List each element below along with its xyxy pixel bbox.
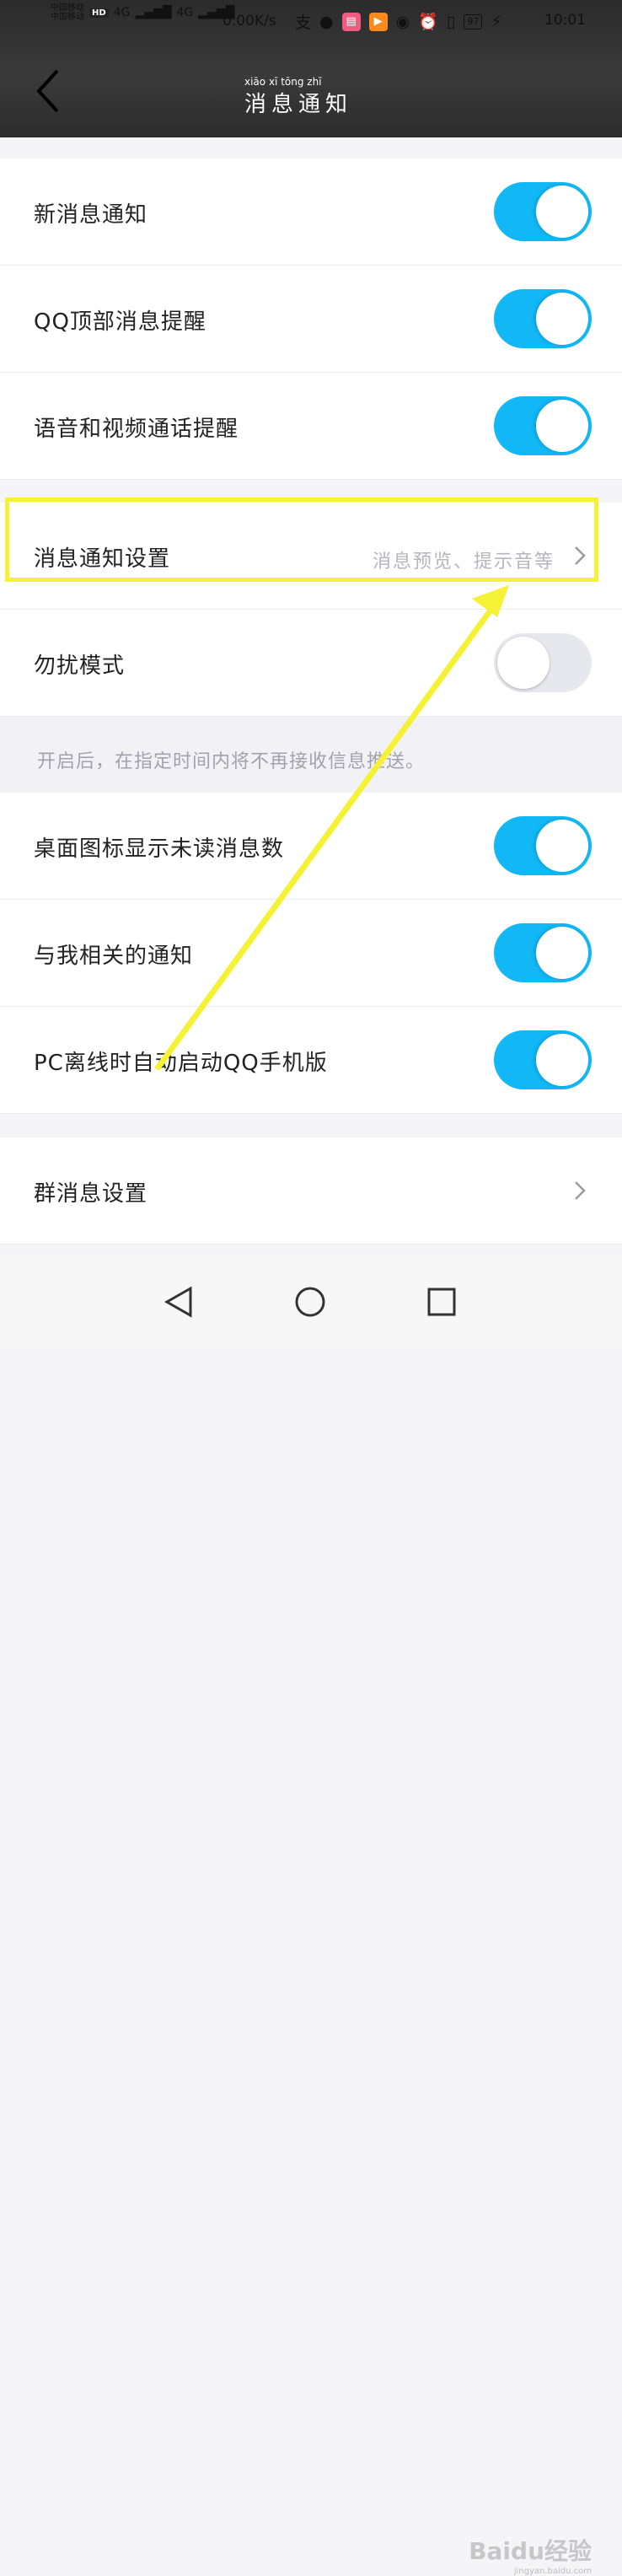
related-notify-toggle[interactable] (494, 923, 592, 982)
voice-video-alert-label: 语音和视频通话提醒 (34, 417, 239, 442)
network-type-2: 4G (176, 6, 194, 19)
highlight-box (5, 497, 598, 582)
row-voice-video-alert[interactable]: 语音和视频通话提醒 (0, 373, 622, 480)
row-new-message[interactable]: 新消息通知 (0, 159, 622, 266)
chevron-right-icon (575, 1181, 586, 1200)
row-unread-badge[interactable]: 桌面图标显示未读消息数 (0, 793, 622, 900)
watermark-url: jingyan.baidu.com (513, 2567, 592, 2576)
toggle-knob (536, 400, 588, 452)
carrier-1: 中国移动 (51, 3, 84, 13)
wechat-icon: ● (319, 12, 334, 31)
page-title-text: 消息通知 (244, 92, 353, 117)
system-nav-bar: Baidu经验 jingyan.baidu.com (0, 1255, 622, 2576)
vibrate-icon: ▯ (446, 12, 456, 31)
row-group-settings[interactable]: 群消息设置 (0, 1137, 622, 1245)
clock: 10:01 (544, 12, 586, 29)
app-icon-2: ▶ (368, 12, 388, 31)
network-type: 4G (113, 6, 131, 19)
battery-icon: 97 (464, 13, 483, 30)
do-not-disturb-toggle[interactable] (494, 633, 592, 692)
nav-recents-icon[interactable] (423, 1283, 460, 1320)
carrier-2: 中国移动 (51, 13, 84, 22)
row-do-not-disturb[interactable]: 勿扰模式 (0, 610, 622, 717)
voice-video-alert-toggle[interactable] (494, 396, 592, 455)
qq-top-alert-toggle[interactable] (494, 289, 592, 348)
nav-home-icon[interactable] (292, 1283, 329, 1320)
row-qq-top-alert[interactable]: QQ顶部消息提醒 (0, 266, 622, 373)
dnd-hint-box: 开启后，在指定时间内将不再接收信息推送。 (0, 717, 622, 793)
alarm-icon: ⏰ (418, 13, 438, 31)
group-settings-label: 群消息设置 (34, 1181, 148, 1207)
watermark-text: Baidu经验 (469, 2537, 592, 2565)
toggle-knob (536, 186, 588, 238)
eye-icon: ◉ (395, 12, 410, 31)
pc-offline-label: PC离线时自动启动QQ手机版 (34, 1051, 328, 1076)
hd-badge: HD (89, 8, 109, 18)
dnd-hint-text: 开启后，在指定时间内将不再接收信息推送。 (37, 751, 426, 772)
new-message-label: 新消息通知 (34, 202, 148, 228)
related-notify-label: 与我相关的通知 (34, 944, 194, 969)
charging-icon: ⚡ (491, 12, 502, 31)
page-title: xiāo xī tōng zhī 消息通知 (244, 76, 353, 117)
toggle-knob (497, 637, 550, 689)
watermark: Baidu经验 jingyan.baidu.com (469, 2533, 592, 2576)
new-message-toggle[interactable] (494, 182, 592, 241)
back-arrow-icon[interactable] (32, 67, 71, 115)
status-bar: 中国移动 中国移动 HD 4G ▂▄▆█ 4G ▂▄▆█ 0.00K/s 支 ●… (0, 0, 622, 40)
qq-top-alert-label: QQ顶部消息提醒 (34, 309, 206, 335)
net-speed: 0.00K/s (223, 13, 276, 30)
unread-badge-label: 桌面图标显示未读消息数 (34, 836, 285, 862)
pc-offline-toggle[interactable] (494, 1030, 592, 1089)
do-not-disturb-label: 勿扰模式 (34, 653, 126, 679)
row-related-notify[interactable]: 与我相关的通知 (0, 900, 622, 1007)
toggle-knob (536, 927, 588, 979)
row-pc-offline[interactable]: PC离线时自动启动QQ手机版 (0, 1007, 622, 1114)
alipay-icon: 支 (295, 13, 312, 32)
nav-back-icon[interactable] (160, 1283, 197, 1320)
app-header: 中国移动 中国移动 HD 4G ▂▄▆█ 4G ▂▄▆█ 0.00K/s 支 ●… (0, 0, 622, 137)
app-icon-1: ▤ (341, 12, 361, 31)
signal-icon: ▂▄▆█ (135, 6, 172, 19)
toggle-knob (536, 820, 588, 872)
toggle-knob (536, 293, 588, 345)
unread-badge-toggle[interactable] (494, 816, 592, 875)
carrier-labels: 中国移动 中国移动 (51, 3, 84, 22)
toggle-knob (536, 1034, 588, 1086)
